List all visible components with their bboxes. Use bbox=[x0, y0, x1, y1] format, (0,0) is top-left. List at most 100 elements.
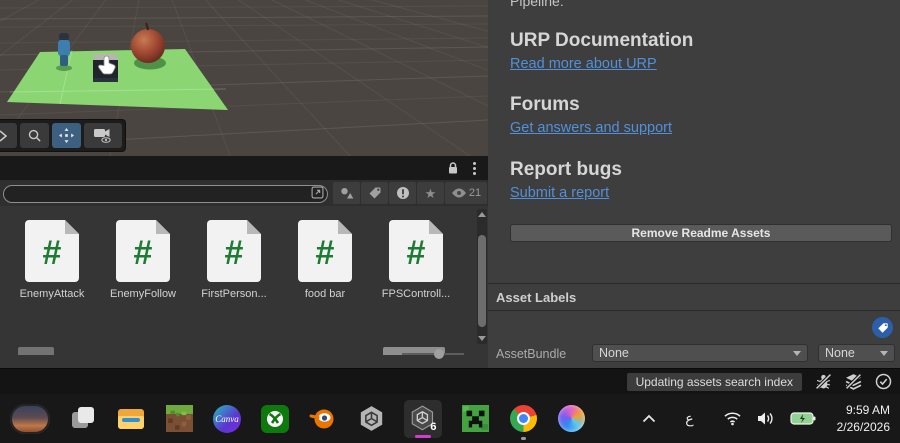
project-panel-header bbox=[0, 156, 488, 180]
status-ok-icon[interactable] bbox=[875, 373, 892, 390]
wifi-icon[interactable] bbox=[723, 411, 742, 426]
scene-view[interactable] bbox=[0, 0, 488, 156]
clock-time: 9:59 AM bbox=[845, 403, 890, 418]
project-search-input[interactable] bbox=[3, 185, 328, 203]
canva-wordmark: Canva bbox=[215, 413, 239, 424]
minecraft-button[interactable] bbox=[164, 404, 194, 434]
editor-status-bar: Updating assets search index bbox=[0, 368, 900, 394]
favorites-star-icon: ★ bbox=[424, 185, 437, 201]
project-asset-grid: # EnemyAttack # EnemyFollow # FirstPerso… bbox=[0, 206, 488, 368]
project-scrollbar[interactable] bbox=[477, 209, 487, 344]
remove-readme-assets-button[interactable]: Remove Readme Assets bbox=[510, 224, 892, 242]
csharp-script-icon: # bbox=[25, 220, 79, 282]
canva-button[interactable]: Canva bbox=[212, 404, 242, 434]
asset-item[interactable]: # food bar bbox=[283, 220, 367, 300]
assetbundle-variant-dropdown[interactable]: None bbox=[818, 344, 895, 362]
canva-icon: Canva bbox=[213, 404, 241, 433]
volume-icon[interactable] bbox=[757, 411, 775, 426]
read-more-link[interactable]: Read more about URP bbox=[510, 56, 657, 72]
blender-icon bbox=[309, 409, 334, 428]
active-app-indicator bbox=[415, 434, 431, 438]
scroll-down-icon[interactable] bbox=[478, 336, 486, 341]
scroll-up-icon[interactable] bbox=[478, 212, 486, 217]
chrome-icon bbox=[509, 405, 537, 432]
unity-6-button[interactable]: 6 bbox=[404, 399, 442, 438]
csharp-script-icon: # bbox=[298, 220, 352, 282]
taskbar-apps: Canva 6 bbox=[8, 399, 586, 440]
forums-heading: Forums bbox=[510, 94, 580, 115]
xbox-button[interactable] bbox=[260, 404, 290, 434]
favorites-button[interactable]: ★ bbox=[417, 182, 444, 204]
file-explorer-button[interactable] bbox=[116, 404, 146, 434]
asset-label: EnemyAttack bbox=[19, 288, 85, 300]
minecraft-creeper-button[interactable] bbox=[460, 404, 490, 434]
system-tray: ع 9:59 AM 2/26/2026 bbox=[642, 402, 890, 434]
task-view-button[interactable] bbox=[68, 404, 98, 434]
language-indicator[interactable]: ع bbox=[685, 410, 693, 427]
debugger-off-icon[interactable] bbox=[815, 373, 832, 390]
submit-report-link[interactable]: Submit a report bbox=[510, 185, 609, 201]
csharp-script-icon: # bbox=[207, 220, 261, 282]
pan-tool-button[interactable] bbox=[52, 123, 81, 148]
partial-asset-item bbox=[18, 347, 54, 355]
unity-hub-icon bbox=[360, 406, 382, 431]
taskbar-clock[interactable]: 9:59 AM 2/26/2026 bbox=[837, 402, 890, 434]
thumbnail-zoom-slider[interactable] bbox=[402, 349, 464, 359]
creeper-icon bbox=[461, 405, 489, 432]
asset-item[interactable]: # FirstPerson... bbox=[192, 220, 276, 300]
hidden-count-value: 21 bbox=[468, 187, 482, 199]
filter-by-type-button[interactable] bbox=[333, 182, 360, 204]
report-bugs-heading: Report bugs bbox=[510, 159, 622, 180]
chevron-down-icon bbox=[880, 350, 888, 356]
clock-date: 2/26/2026 bbox=[836, 419, 890, 434]
asset-label: FPSControll... bbox=[381, 288, 451, 300]
asset-item[interactable]: # FPSControll... bbox=[374, 220, 458, 300]
inspector-panel: Pipeline: URP Documentation Read more ab… bbox=[488, 0, 900, 368]
get-answers-link[interactable]: Get answers and support bbox=[510, 120, 672, 136]
asset-label-tag-button[interactable] bbox=[872, 317, 893, 338]
filter-by-label-button[interactable] bbox=[361, 182, 388, 204]
unity-hub-button[interactable] bbox=[356, 404, 386, 434]
unity-6-icon: 6 bbox=[411, 405, 436, 432]
lock-icon[interactable] bbox=[447, 161, 459, 175]
widgets-button[interactable] bbox=[10, 403, 50, 434]
csharp-script-icon: # bbox=[116, 220, 170, 282]
project-filter-bar: ★ 21 bbox=[0, 180, 488, 206]
assetbundle-value: None bbox=[599, 346, 629, 360]
asset-item[interactable]: # EnemyFollow bbox=[101, 220, 185, 300]
cache-off-icon[interactable] bbox=[845, 373, 862, 390]
scene-toolbar bbox=[0, 119, 126, 152]
assetbundle-variant-value: None bbox=[825, 346, 855, 360]
camera-eye-icon bbox=[94, 129, 111, 143]
minecraft-grass-block-icon bbox=[165, 405, 193, 432]
status-progress-message: Updating assets search index bbox=[626, 372, 802, 391]
kebab-menu-icon[interactable] bbox=[473, 161, 476, 175]
asset-label: FirstPerson... bbox=[201, 288, 267, 300]
asset-label: food bar bbox=[304, 288, 346, 300]
slider-knob[interactable] bbox=[434, 349, 444, 359]
svg-text:#: # bbox=[134, 234, 153, 272]
asset-items-row: # EnemyAttack # EnemyFollow # FirstPerso… bbox=[0, 206, 488, 300]
eye-icon bbox=[451, 188, 466, 198]
hidden-icons-chevron[interactable] bbox=[642, 414, 656, 423]
chrome-button[interactable] bbox=[508, 404, 538, 440]
asset-item[interactable]: # EnemyAttack bbox=[10, 220, 94, 300]
svg-text:#: # bbox=[225, 234, 244, 272]
scrollbar-thumb[interactable] bbox=[478, 235, 486, 327]
battery-charging-icon[interactable] bbox=[790, 411, 816, 426]
alert-filter-button[interactable] bbox=[389, 182, 416, 204]
camera-tool-button[interactable] bbox=[84, 123, 122, 148]
expand-icon[interactable] bbox=[311, 186, 324, 199]
assetbundle-dropdown[interactable]: None bbox=[592, 344, 808, 362]
copilot-button[interactable] bbox=[556, 404, 586, 434]
asset-labels-header[interactable]: Asset Labels bbox=[496, 290, 576, 305]
zoom-tool-button[interactable] bbox=[20, 123, 49, 148]
chevron-down-icon bbox=[793, 350, 801, 356]
hidden-count-button[interactable]: 21 bbox=[445, 182, 487, 204]
csharp-script-icon: # bbox=[389, 220, 443, 282]
blender-button[interactable] bbox=[308, 404, 338, 434]
asset-label: EnemyFollow bbox=[109, 288, 177, 300]
search-wrap bbox=[3, 184, 328, 203]
unity-editor-desktop: ★ 21 # EnemyAttack # EnemyFollow # First… bbox=[0, 0, 900, 443]
cursor-tool-button[interactable] bbox=[0, 123, 17, 148]
